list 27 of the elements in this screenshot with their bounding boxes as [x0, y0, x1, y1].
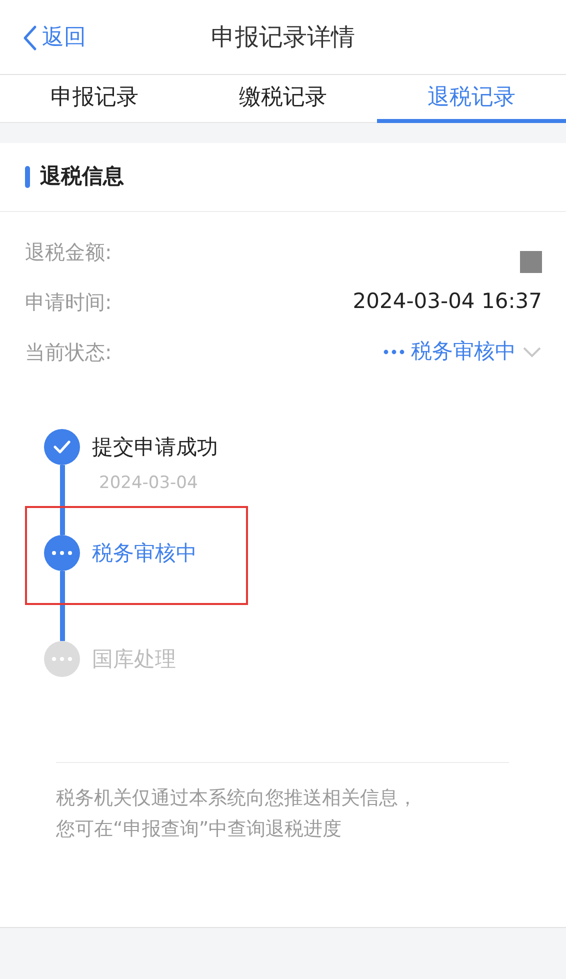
status-dropdown[interactable]: 税务审核中 — [383, 336, 542, 368]
step-title: 国库处理 — [92, 646, 176, 673]
timeline-connector — [60, 571, 64, 641]
step-title: 提交申请成功 — [92, 434, 218, 461]
notice-text: 您可在“申报查询”中查询退税进度 — [56, 817, 343, 842]
notice-text: 税务机关仅通过本系统向您推送相关信息， — [56, 786, 418, 811]
field-label: 申请时间: — [25, 289, 112, 316]
redaction-block — [520, 251, 542, 273]
step-date: 2024-03-04 — [99, 472, 199, 495]
back-chevron-icon — [22, 24, 38, 50]
field-value: 2024-03-04 16:37 — [352, 288, 542, 316]
more-icon — [44, 535, 80, 571]
back-button[interactable]: 返回 — [22, 0, 86, 75]
check-icon — [44, 429, 80, 465]
page-title: 申报记录详情 — [211, 22, 355, 53]
section-title: 退税信息 — [40, 163, 124, 190]
step-title: 税务审核中 — [92, 540, 197, 567]
tab[interactable]: 退税记录 — [377, 75, 566, 123]
field-label: 当前状态: — [25, 339, 112, 366]
more-icon — [44, 641, 80, 677]
chevron-down-icon — [522, 346, 542, 358]
more-icon — [383, 349, 405, 355]
field-label: 退税金额: — [25, 239, 112, 266]
tab[interactable]: 缴税记录 — [188, 75, 378, 123]
tab[interactable]: 申报记录 — [0, 75, 189, 123]
timeline-connector — [60, 465, 64, 535]
section-marker — [25, 166, 30, 188]
